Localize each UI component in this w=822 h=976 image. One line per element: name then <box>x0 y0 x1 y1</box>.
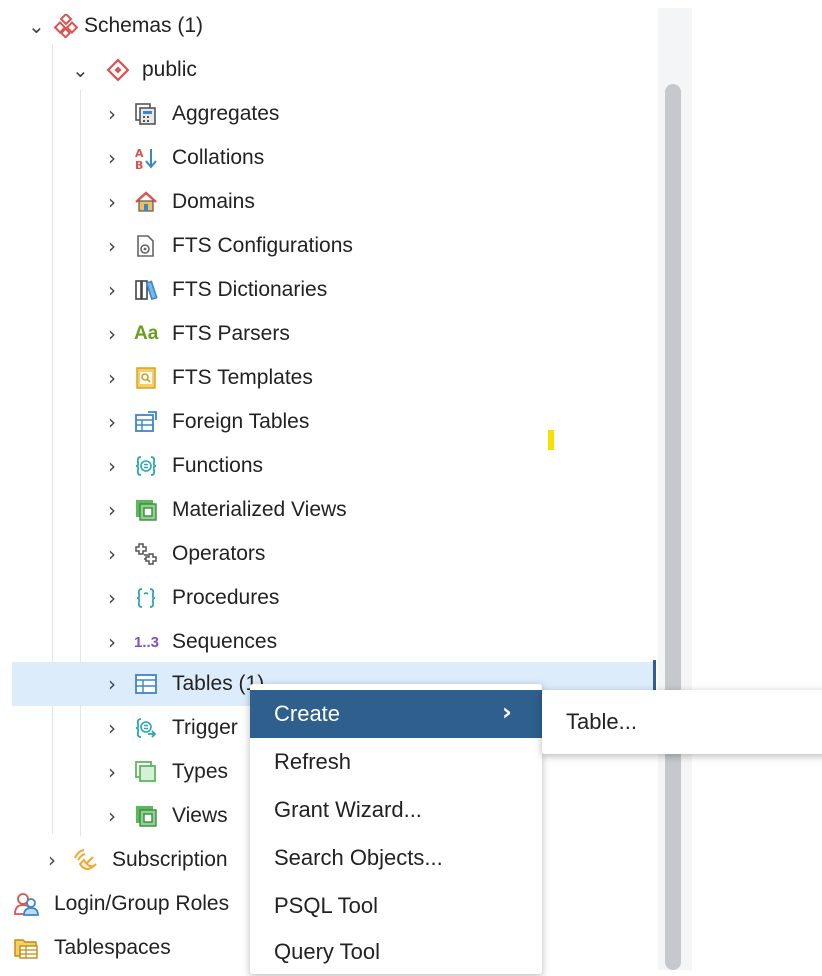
tree-node-label: Subscription <box>112 848 228 871</box>
context-menu: Create › Refresh Grant Wizard... Search … <box>250 684 542 974</box>
tree-node-fts-templates[interactable]: › FTS Templates <box>0 356 658 400</box>
aggregates-icon <box>134 102 158 126</box>
tree-node-functions[interactable]: › Functions <box>0 444 658 488</box>
tablespaces-icon <box>14 936 38 960</box>
schemas-icon <box>54 14 78 38</box>
chevron-right-icon[interactable]: › <box>104 368 120 388</box>
functions-icon <box>134 454 158 478</box>
tree-node-label: Foreign Tables <box>172 410 310 433</box>
create-submenu: Table... <box>542 690 822 754</box>
menu-item-query-tool[interactable]: Query Tool <box>250 928 542 976</box>
scrollbar-thumb[interactable] <box>665 84 681 970</box>
schema-public-icon <box>106 58 130 82</box>
fts-templates-icon <box>134 366 158 390</box>
tree-node-label: FTS Configurations <box>172 234 353 257</box>
chevron-right-icon[interactable]: › <box>104 500 120 520</box>
menu-item-psql-tool[interactable]: PSQL Tool <box>250 882 542 930</box>
menu-item-create[interactable]: Create › <box>250 690 542 738</box>
chevron-right-icon: › <box>502 698 512 726</box>
chevron-right-icon[interactable]: › <box>104 674 120 694</box>
foreign-tables-icon <box>134 410 158 434</box>
views-icon <box>134 804 158 828</box>
tree-node-label: Aggregates <box>172 102 280 125</box>
tree-node-label: Materialized Views <box>172 498 347 521</box>
submenu-item-table[interactable]: Table... <box>566 708 637 736</box>
subscriptions-icon <box>72 848 97 872</box>
tree-node-schemas[interactable]: ⌄ Schemas (1) <box>0 4 658 48</box>
tree-node-aggregates[interactable]: › Aggregates <box>0 92 658 136</box>
tree-node-label: Operators <box>172 542 266 565</box>
tree-node-label: Domains <box>172 190 255 213</box>
chevron-down-icon[interactable]: ⌄ <box>28 16 45 36</box>
collations-icon: A B <box>134 146 158 170</box>
tree-node-fts-dictionaries[interactable]: › FTS Dictionaries <box>0 268 658 312</box>
tree-node-fts-configurations[interactable]: › FTS Configurations <box>0 224 658 268</box>
sequences-icon: 1..3 <box>134 634 160 651</box>
chevron-right-icon[interactable]: › <box>104 236 120 256</box>
tree-node-label: Functions <box>172 454 264 477</box>
chevron-down-icon[interactable]: ⌄ <box>72 60 89 80</box>
tree-node-label: Types <box>172 760 229 783</box>
chevron-right-icon[interactable]: › <box>104 544 120 564</box>
chevron-right-icon[interactable]: › <box>104 148 120 168</box>
tree-node-foreign-tables[interactable]: › Foreign Tables <box>0 400 658 444</box>
tree-node-label: public <box>142 58 197 81</box>
chevron-right-icon[interactable]: › <box>104 324 120 344</box>
tree-node-label: Tablespaces <box>54 936 171 959</box>
tree-node-label: FTS Dictionaries <box>172 278 328 301</box>
tree-node-label: Procedures <box>172 586 280 609</box>
tree-node-label: Sequences <box>172 630 278 653</box>
fts-parsers-icon: Aa <box>134 323 159 344</box>
chevron-right-icon[interactable]: › <box>104 588 120 608</box>
tree-node-operators[interactable]: › Operators <box>0 532 658 576</box>
tree-node-domains[interactable]: › Domains <box>0 180 658 224</box>
tree-node-collations[interactable]: › A B Collations <box>0 136 658 180</box>
chevron-right-icon[interactable]: › <box>104 632 120 652</box>
tree-node-public[interactable]: ⌄ public <box>0 48 658 92</box>
chevron-right-icon[interactable]: › <box>104 718 120 738</box>
svg-text:B: B <box>135 159 143 170</box>
materialized-views-icon <box>134 498 158 522</box>
operators-icon <box>134 542 158 566</box>
tree-node-procedures[interactable]: › Procedures <box>0 576 658 620</box>
tree-node-label: FTS Parsers <box>172 322 290 345</box>
tables-icon <box>134 672 158 696</box>
tree-node-label: Views <box>172 804 228 827</box>
text-cursor-marker <box>548 430 554 450</box>
fts-configurations-icon <box>134 234 158 258</box>
login-group-roles-icon <box>14 892 39 916</box>
chevron-right-icon[interactable]: › <box>104 280 120 300</box>
tree-node-label: Trigger <box>172 716 238 739</box>
chevron-right-icon[interactable]: › <box>104 806 120 826</box>
chevron-right-icon[interactable]: › <box>104 762 120 782</box>
chevron-right-icon[interactable]: › <box>104 192 120 212</box>
chevron-right-icon[interactable]: › <box>44 850 60 870</box>
domains-icon <box>134 190 158 214</box>
chevron-right-icon[interactable]: › <box>104 456 120 476</box>
tree-node-sequences[interactable]: › 1..3 Sequences <box>0 620 658 664</box>
tree-node-label: Login/Group Roles <box>54 892 230 915</box>
tree-node-label: Schemas (1) <box>84 14 204 37</box>
tree-node-materialized-views[interactable]: › Materialized Views <box>0 488 658 532</box>
procedures-icon <box>134 586 158 610</box>
trigger-functions-icon <box>134 716 158 740</box>
tree-node-fts-parsers[interactable]: › Aa FTS Parsers <box>0 312 658 356</box>
menu-item-grant-wizard[interactable]: Grant Wizard... <box>250 786 542 834</box>
menu-item-search-objects[interactable]: Search Objects... <box>250 834 542 882</box>
tree-node-label: Collations <box>172 146 265 169</box>
fts-dictionaries-icon <box>134 278 158 302</box>
tree-node-label: FTS Templates <box>172 366 313 389</box>
chevron-right-icon[interactable]: › <box>104 412 120 432</box>
menu-item-refresh[interactable]: Refresh <box>250 738 542 786</box>
chevron-right-icon[interactable]: › <box>104 104 120 124</box>
types-icon <box>134 760 158 784</box>
